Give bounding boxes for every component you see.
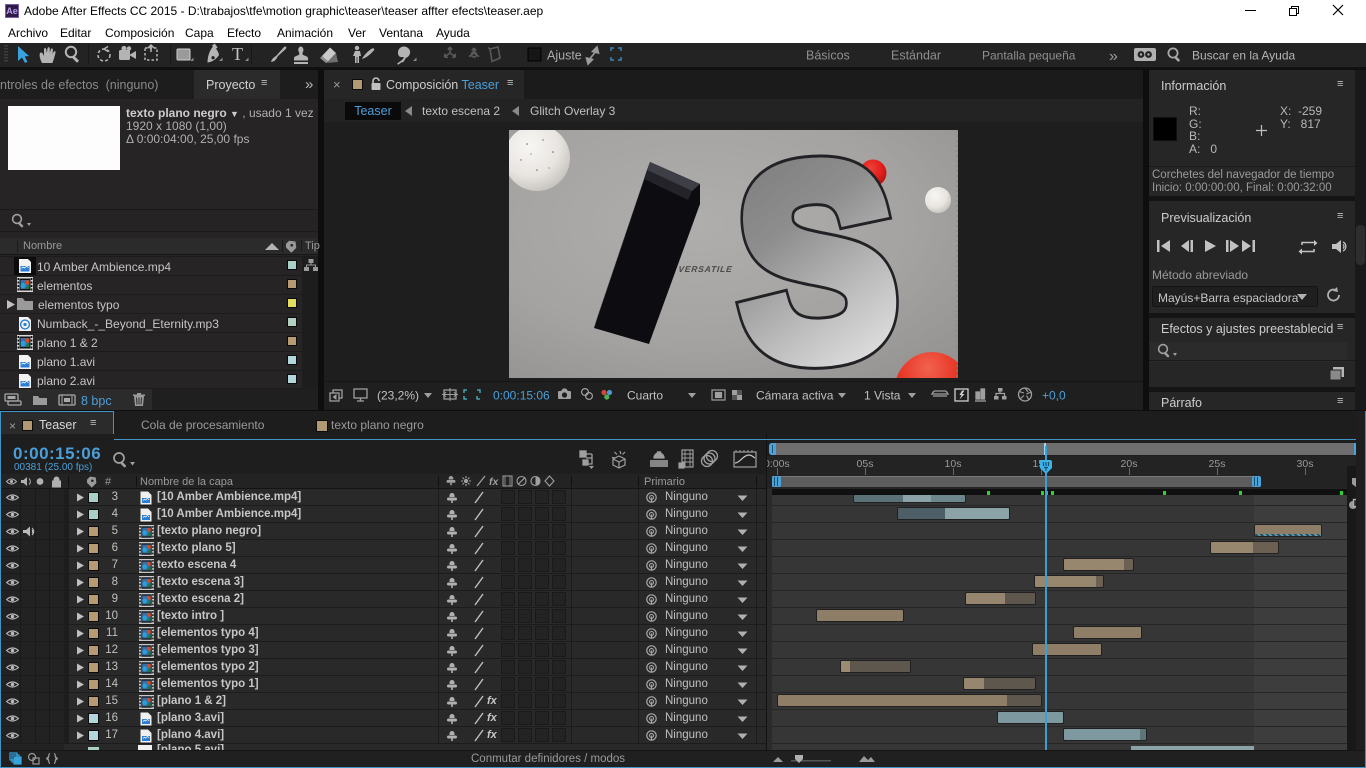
svg-text:+0,0: +0,0 bbox=[1042, 389, 1066, 403]
svg-text:(23,2%): (23,2%) bbox=[377, 389, 419, 403]
svg-text:Buscar en la Ayuda: Buscar en la Ayuda bbox=[1192, 49, 1296, 63]
svg-text:Ajuste: Ajuste bbox=[547, 49, 582, 63]
svg-text:Cuarto: Cuarto bbox=[627, 389, 663, 403]
svg-text:S: S bbox=[731, 130, 903, 378]
svg-text:Pantalla pequeña: Pantalla pequeña bbox=[982, 49, 1076, 63]
svg-text:8 bpc: 8 bpc bbox=[81, 394, 112, 408]
svg-text:Básicos: Básicos bbox=[806, 49, 850, 63]
svg-text:VERSATILE: VERSATILE bbox=[678, 264, 733, 274]
svg-text:T: T bbox=[232, 44, 243, 64]
svg-text:1 Vista: 1 Vista bbox=[864, 389, 901, 403]
svg-text:0:00:15:06: 0:00:15:06 bbox=[493, 389, 550, 403]
svg-text:Cámara activa: Cámara activa bbox=[756, 389, 834, 403]
svg-text:Estándar: Estándar bbox=[891, 49, 941, 63]
svg-text:»: » bbox=[1109, 48, 1118, 65]
svg-text:fx: fx bbox=[489, 476, 499, 488]
